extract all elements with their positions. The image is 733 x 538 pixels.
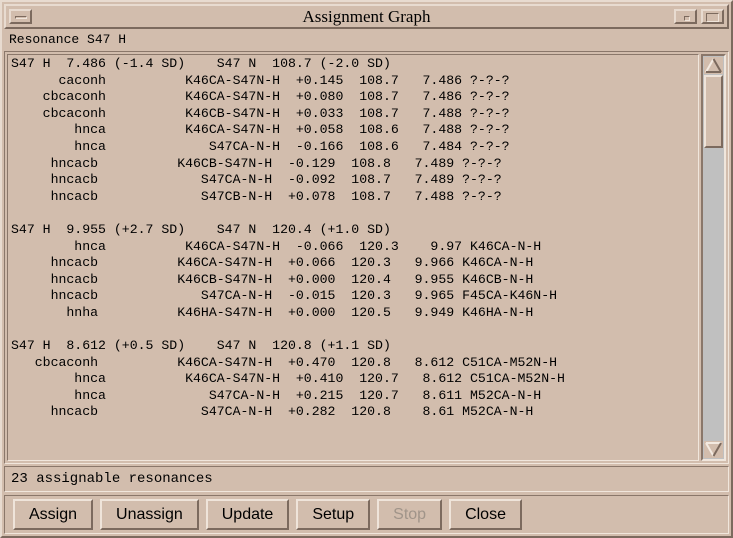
button-bar: Assign Unassign Update Setup Stop Close [4, 495, 729, 534]
update-button[interactable]: Update [206, 499, 290, 530]
titlebar: Assignment Graph [4, 4, 729, 29]
assignment-list-pane: S47 H 7.486 (-1.4 SD) S47 N 108.7 (-2.0 … [4, 51, 729, 464]
maximize-icon [706, 13, 719, 22]
close-button[interactable]: Close [449, 499, 522, 530]
small-square-icon [684, 16, 690, 21]
maximize-button[interactable] [701, 9, 724, 24]
vertical-scrollbar[interactable] [701, 54, 726, 461]
window-title: Assignment Graph [6, 6, 727, 27]
assignment-list[interactable]: S47 H 7.486 (-1.4 SD) S47 N 108.7 (-2.0 … [7, 54, 699, 461]
scroll-down-arrow-icon[interactable] [704, 441, 723, 458]
assignment-graph-window: Assignment Graph Resonance S47 H S47 H 7… [0, 0, 733, 538]
setup-button[interactable]: Setup [296, 499, 370, 530]
stop-button: Stop [377, 499, 442, 530]
assignment-list-text: S47 H 7.486 (-1.4 SD) S47 N 108.7 (-2.0 … [11, 56, 565, 421]
action-buttons: Assign Unassign Update Setup Stop Close [13, 499, 522, 530]
status-bar: 23 assignable resonances [4, 466, 729, 492]
unassign-button[interactable]: Unassign [100, 499, 199, 530]
shade-button[interactable] [674, 9, 697, 24]
scroll-up-arrow-icon[interactable] [704, 57, 723, 74]
scroll-thumb[interactable] [704, 75, 723, 148]
resonance-label: Resonance S47 H [4, 31, 729, 50]
assign-button[interactable]: Assign [13, 499, 93, 530]
